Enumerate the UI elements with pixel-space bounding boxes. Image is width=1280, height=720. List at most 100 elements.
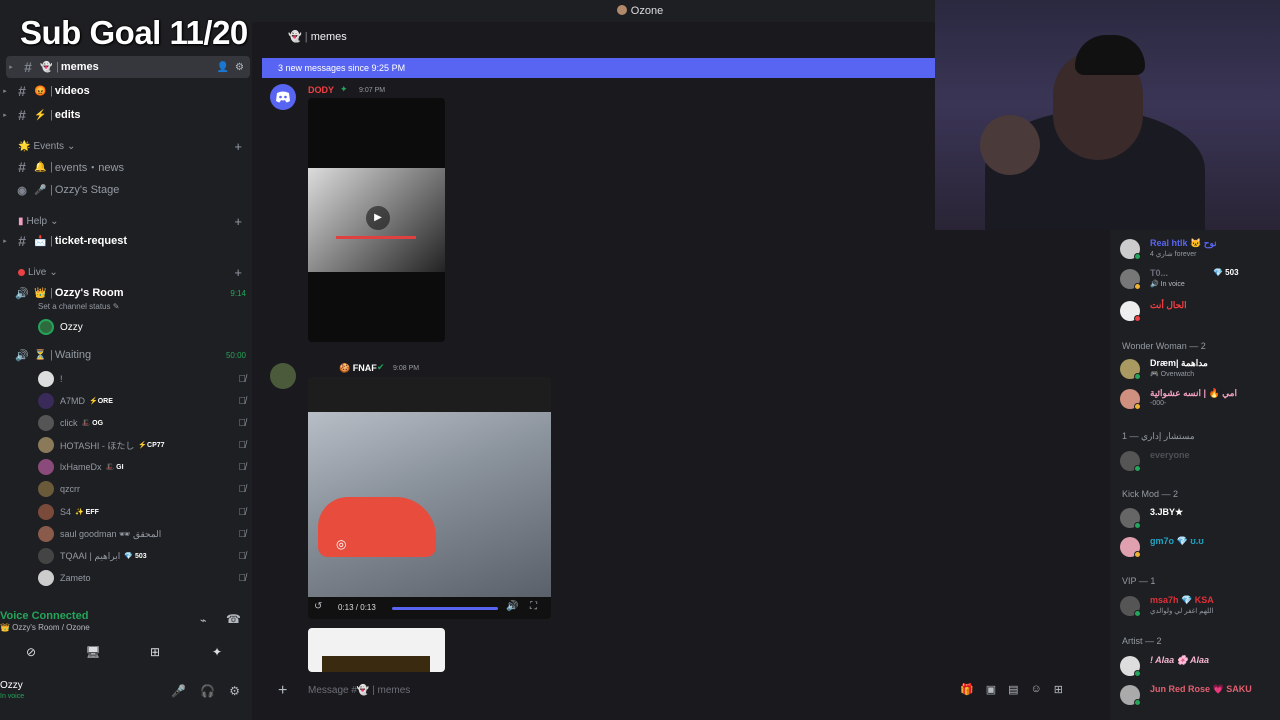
muted-icon: 🎙̸ (238, 461, 247, 473)
video-attachment[interactable]: ◎ ↺ 0:13 / 0:13 🔊 ⛶ (308, 377, 551, 619)
add-attachment-icon[interactable]: + (278, 682, 287, 700)
add-channel-icon[interactable]: + (234, 214, 242, 229)
gear-icon[interactable]: ⚙ (235, 62, 244, 73)
headset-icon[interactable]: 🎧 (200, 684, 215, 698)
avatar (38, 504, 54, 520)
message-input[interactable]: Message #👻 | memes (308, 685, 410, 696)
message-author[interactable]: 🍪 FNAF (339, 363, 377, 374)
replay-icon[interactable]: ↺ (314, 601, 322, 612)
member-item[interactable]: Real htlk 🐱 نوح 4 شاري forever (1118, 236, 1278, 262)
add-member-icon[interactable]: 👤 (217, 62, 229, 73)
video-time: 0:13 / 0:13 (338, 603, 376, 612)
video-attachment[interactable]: ▶ (308, 98, 445, 342)
voice-user[interactable]: Ozzy (38, 317, 250, 337)
category-label: Help (26, 216, 48, 227)
voice-status[interactable]: Voice Connected (0, 610, 88, 622)
microphone-icon[interactable]: 🎤 (171, 684, 186, 698)
voice-user[interactable]: A7MD ⚡ORE 🎙̸ (38, 391, 250, 411)
gif-icon[interactable]: ▣ (986, 683, 996, 696)
avatar (38, 393, 54, 409)
disconnect-icon[interactable]: ☎ (226, 612, 241, 626)
user-status: In voice (0, 693, 25, 700)
avatar (38, 548, 54, 564)
voice-user[interactable]: saul goodman 🕶 المحقق 🎙̸ (38, 524, 250, 544)
avatar (38, 371, 54, 387)
channel-sidebar: ▸ # 👻 | memes 👤 ⚙ ▸ # 😡 | videos ▸ # ⚡ |… (0, 22, 252, 720)
voice-location[interactable]: 👑 Ozzy's Room / Ozone (0, 623, 90, 632)
fullscreen-icon[interactable]: ⛶ (530, 601, 537, 612)
category-help[interactable]: ▮ Help ⌄ + (18, 214, 248, 229)
voice-user[interactable]: Zameto 🎙̸ (38, 568, 250, 588)
category-live[interactable]: Live ⌄ + (18, 265, 248, 280)
channel-name: ticket-request (54, 235, 127, 247)
channel-emoji: 🔔 (34, 161, 47, 173)
user-name[interactable]: Ozzy (0, 680, 23, 691)
play-icon[interactable]: ▶ (366, 206, 390, 230)
message-author[interactable]: DODY (308, 85, 334, 95)
voice-user[interactable]: HOTASHI - ほたし ⚡CP77 🎙̸ (38, 435, 250, 455)
member-item[interactable]: ! Alaa 🌸 Alaa (1118, 653, 1278, 679)
emoji-icon[interactable]: ☺ (1031, 683, 1042, 696)
voice-user[interactable]: ! 🎙̸ (38, 369, 250, 389)
channel-edits[interactable]: ▸ # ⚡ | edits (0, 104, 252, 126)
member-item[interactable]: everyone (1118, 448, 1278, 474)
avatar[interactable] (270, 363, 296, 389)
gift-icon[interactable]: 🎁 (960, 683, 974, 696)
category-events[interactable]: 🌟 Events ⌄ + (18, 139, 248, 154)
message-composer[interactable]: + Message #👻 | memes (262, 676, 935, 706)
image-content (322, 656, 430, 672)
sticker-icon[interactable]: ▤ (1008, 683, 1018, 696)
channel-ticket-request[interactable]: ▸ # 📩 | ticket-request (0, 230, 252, 252)
gear-icon[interactable]: ⚙ (229, 684, 240, 698)
image-attachment[interactable] (308, 628, 445, 672)
hash-icon: # (18, 159, 26, 175)
voice-user[interactable]: lxHameDx 🎩 GI 🎙̸ (38, 457, 250, 477)
video-controls: ↺ 0:13 / 0:13 🔊 ⛶ (308, 597, 551, 619)
speaker-icon: 🔊 (15, 287, 29, 300)
channel-videos[interactable]: ▸ # 😡 | videos (0, 80, 252, 102)
voice-channel-waiting[interactable]: 🔊 ⏳ | Waiting 50:00 (0, 344, 252, 366)
activities-button[interactable]: ⊞ (128, 640, 182, 664)
voice-user[interactable]: TQAAI | ابراهيم 💎 503 🎙̸ (38, 546, 250, 566)
voice-user-name: Ozzy (60, 321, 83, 333)
voice-user[interactable]: click 🎩 OG 🎙̸ (38, 413, 250, 433)
apps-icon[interactable]: ⊞ (1054, 683, 1063, 696)
member-item[interactable]: msa7h 💎 KSA اللهم اغفر لي ولوالدي (1118, 593, 1278, 619)
channel-name: memes (60, 61, 99, 73)
channel-emoji: 😡 (34, 85, 47, 97)
webcam-overlay (935, 0, 1280, 230)
member-item[interactable]: T0... 💎 503 🔊 In voice (1118, 266, 1278, 292)
member-item[interactable]: gm7o 💎 ʊ.ʊ (1118, 534, 1278, 560)
muted-icon: 🎙̸ (238, 528, 247, 540)
speaker-icon: 🔊 (15, 349, 29, 362)
volume-icon[interactable]: 🔊 (506, 601, 518, 612)
member-item[interactable]: امي 🔥 | انسه عشوائية -000- (1118, 386, 1278, 412)
screen-share-button[interactable]: 🖥 (66, 640, 120, 664)
unread-arrow-icon: ▸ (3, 112, 7, 119)
add-channel-icon[interactable]: + (234, 139, 242, 154)
voice-action-buttons: ⊘ 🖥 ⊞ ✦ (0, 640, 248, 664)
voice-user[interactable]: qzcrr 🎙̸ (38, 479, 250, 499)
video-progress-bar[interactable] (392, 607, 498, 610)
member-item[interactable]: Jun Red Rose 💗 SAKU (1118, 682, 1278, 708)
voice-user[interactable]: S4 ✨ EFF 🎙̸ (38, 502, 250, 522)
camera-off-button[interactable]: ⊘ (4, 640, 58, 664)
member-item[interactable]: الحال أنت (1118, 298, 1278, 324)
live-dot-icon (18, 269, 25, 276)
add-channel-icon[interactable]: + (234, 265, 242, 280)
member-item[interactable]: 3.JBY★ (1118, 505, 1278, 531)
voice-channel-ozzys-room[interactable]: 🔊 👑 | Ozzy's Room 9:14 (0, 282, 252, 304)
soundboard-button[interactable]: ✦ (190, 640, 244, 664)
new-messages-banner[interactable]: 3 new messages since 9:25 PM (262, 58, 935, 78)
channel-status[interactable]: Set a channel status ✎ (38, 302, 119, 311)
channel-memes[interactable]: ▸ # 👻 | memes 👤 ⚙ (6, 56, 250, 78)
member-item[interactable]: Dræm| مداهمة 🎮 Overwatch (1118, 356, 1278, 382)
chevron-down-icon: ⌄ (50, 216, 59, 227)
noise-suppression-icon[interactable]: ⌁ (200, 614, 207, 627)
stage-icon: ◉ (17, 184, 27, 197)
discord-avatar[interactable] (270, 84, 296, 110)
channel-events-news[interactable]: # 🔔 | events・news (0, 156, 252, 178)
channel-name: videos (54, 85, 90, 97)
badge-icon: ✦ (340, 84, 348, 94)
channel-ozzys-stage[interactable]: ◉ 🎤 | Ozzy's Stage (0, 179, 252, 201)
